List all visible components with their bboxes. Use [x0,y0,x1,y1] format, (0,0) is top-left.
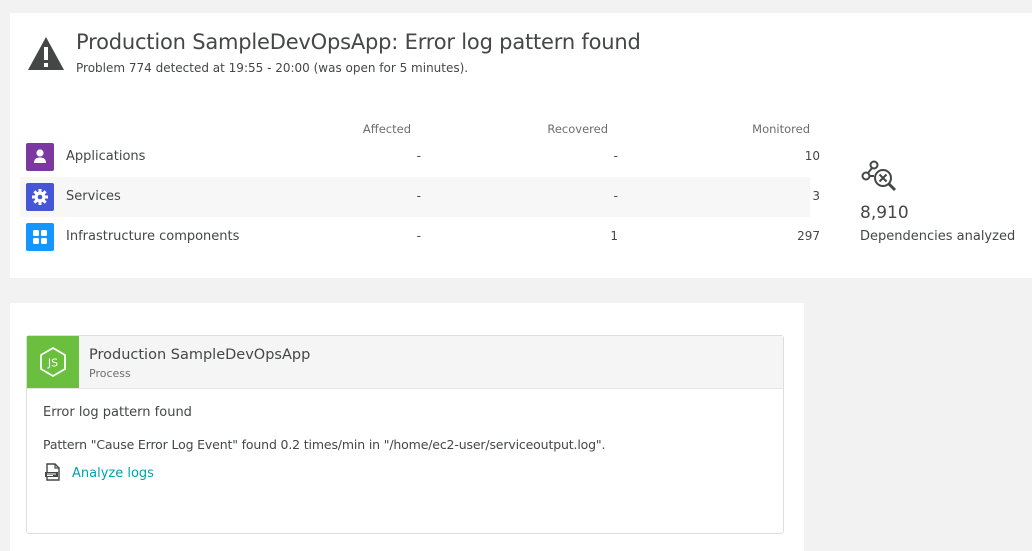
dependency-search-icon [861,160,897,192]
problem-subtitle: Problem 774 detected at 19:55 - 20:00 (w… [76,61,469,75]
recovered-column-header: Recovered [547,122,608,136]
recovered-value: - [613,149,618,163]
svg-text:JS: JS [47,357,58,370]
problem-summary-card: Production SampleDevOpsApp: Error log pa… [10,13,1032,278]
event-title: Error log pattern found [43,405,192,420]
affected-column-header: Affected [362,122,411,136]
impact-row-applications[interactable]: Applications - - 10 [20,137,820,177]
event-details-box: JS Production SampleDevOpsApp Process Er… [26,335,784,534]
event-header[interactable]: JS Production SampleDevOpsApp Process [27,336,783,389]
nodejs-icon: JS [27,336,79,388]
recovered-value: - [613,189,618,203]
row-label: Services [66,189,121,204]
event-card: JS Production SampleDevOpsApp Process Er… [10,303,804,551]
problem-title: Production SampleDevOpsApp: Error log pa… [76,30,641,54]
row-label: Infrastructure components [66,229,240,244]
impact-row-services[interactable]: Services - - 3 [20,177,820,217]
affected-value: - [416,189,421,203]
impact-row-infrastructure[interactable]: Infrastructure components - 1 297 [20,217,820,257]
process-type: Process [89,367,131,380]
analyze-logs-link[interactable]: Analyze logs [72,466,154,481]
grid-icon [26,223,54,251]
user-icon [26,143,54,171]
dependencies-count: 8,910 [860,203,909,223]
warning-icon [28,37,64,70]
event-description: Pattern "Cause Error Log Event" found 0.… [43,437,606,452]
affected-value: - [416,229,421,243]
log-file-icon [45,463,60,481]
gear-icon [26,183,54,211]
dependencies-label: Dependencies analyzed [860,229,1016,244]
row-label: Applications [66,149,146,164]
monitored-value: 3 [812,189,820,203]
monitored-column-header: Monitored [752,122,810,136]
monitored-value: 10 [804,149,820,163]
process-name[interactable]: Production SampleDevOpsApp [89,347,310,363]
monitored-value: 297 [797,229,820,243]
affected-value: - [416,149,421,163]
recovered-value: 1 [610,229,618,243]
